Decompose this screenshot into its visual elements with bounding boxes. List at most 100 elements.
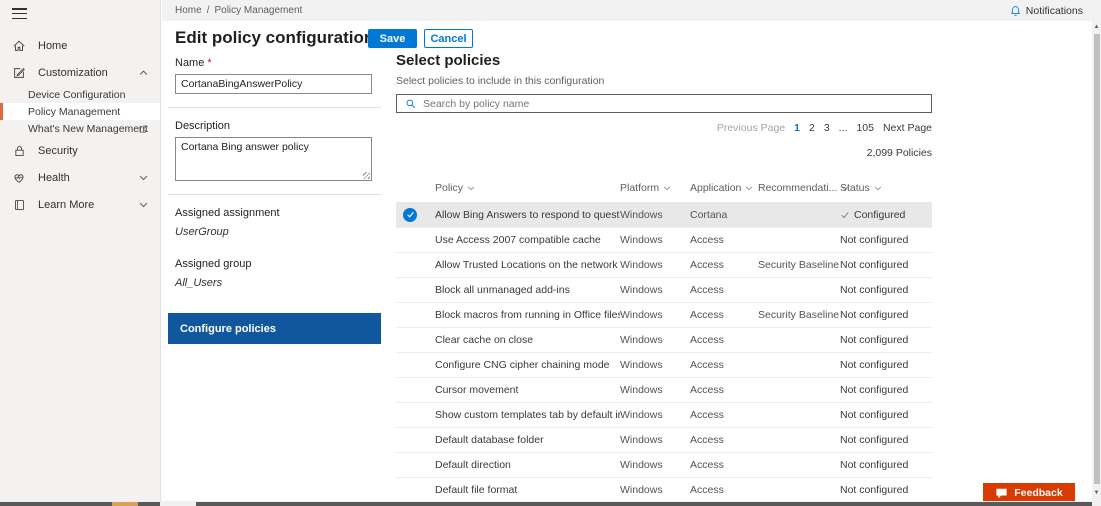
cell-application: Cortana: [690, 209, 758, 221]
table-row[interactable]: Default directionWindowsAccessNot config…: [396, 452, 932, 477]
cell-recommendation: Security Baseline: [758, 259, 840, 271]
required-asterisk: *: [207, 57, 211, 69]
cell-platform: Windows: [620, 284, 690, 296]
sidebar-item-policy-management[interactable]: Policy Management: [0, 103, 160, 120]
tab-configure-policies[interactable]: Configure policies: [168, 313, 381, 344]
cell-status: Not configured: [840, 309, 932, 321]
previous-page-button[interactable]: Previous Page: [717, 122, 785, 134]
page-link-1[interactable]: 1: [794, 122, 800, 134]
sidebar-nav: HomeCustomization Device Configuration Pol…: [0, 26, 160, 218]
cell-policy: Default file format: [435, 484, 620, 496]
table-row[interactable]: Default database folderWindowsAccessNot …: [396, 427, 932, 452]
column-header-application[interactable]: Application: [690, 182, 758, 194]
horizontal-scrollbar-accent: [112, 502, 138, 506]
page-link-3[interactable]: 3: [824, 122, 830, 134]
column-header-label: Platform: [620, 182, 659, 194]
table-row[interactable]: Use Access 2007 compatible cacheWindowsA…: [396, 227, 932, 252]
next-page-button[interactable]: Next Page: [883, 122, 932, 134]
sidebar-item-label: Health: [38, 172, 70, 184]
sidebar-item-customization[interactable]: Customization: [0, 59, 160, 86]
sidebar-item-security[interactable]: Security: [0, 137, 160, 164]
horizontal-scrollbar-thumb[interactable]: [196, 502, 1092, 506]
cell-policy: Show custom templates tab by default in …: [435, 409, 620, 421]
table-row[interactable]: Configure CNG cipher chaining modeWindow…: [396, 352, 932, 377]
table-row[interactable]: Show custom templates tab by default in …: [396, 402, 932, 427]
table-row[interactable]: Clear cache on closeWindowsAccessNot con…: [396, 327, 932, 352]
name-field[interactable]: [175, 74, 372, 94]
cell-recommendation: Security Baseline: [758, 309, 840, 321]
sidebar-item-home[interactable]: Home: [0, 32, 160, 59]
chevron-down-icon: [139, 175, 148, 181]
search-input[interactable]: [423, 98, 931, 110]
cell-policy: Configure CNG cipher chaining mode: [435, 359, 620, 371]
status-label: Not configured: [840, 359, 908, 371]
sidebar-item-device-configuration[interactable]: Device Configuration: [0, 86, 160, 103]
breadcrumb-separator: /: [207, 5, 210, 16]
cell-policy: Use Access 2007 compatible cache: [435, 234, 620, 246]
select-policies-title: Select policies: [396, 52, 932, 69]
table-row[interactable]: Cursor movementWindowsAccessNot configur…: [396, 377, 932, 402]
horizontal-scrollbar[interactable]: [0, 501, 1101, 506]
policies-table-header: PolicyPlatform Application Recommendati...…: [396, 177, 932, 199]
table-row[interactable]: Default file formatWindowsAccessNot conf…: [396, 477, 932, 501]
feedback-button[interactable]: Feedback: [983, 483, 1075, 503]
page-link-105[interactable]: 105: [856, 122, 874, 134]
vertical-scrollbar[interactable]: ▲ ▼: [1092, 21, 1101, 501]
cell-application: Access: [690, 284, 758, 296]
description-field[interactable]: Cortana Bing answer policy: [175, 137, 372, 181]
vertical-scrollbar-thumb[interactable]: [1094, 34, 1100, 484]
feedback-label: Feedback: [1014, 487, 1062, 499]
sidebar-item-label: Device Configuration: [28, 89, 125, 101]
cell-status: Not configured: [840, 409, 932, 421]
status-label: Not configured: [840, 309, 908, 321]
notifications-button[interactable]: Notifications: [1010, 5, 1083, 17]
app-window: HomeCustomizationDevice ConfigurationPol…: [0, 0, 1101, 506]
column-header-recommendati[interactable]: Recommendati...: [758, 182, 840, 194]
cell-application: Access: [690, 334, 758, 346]
sidebar-item-learn-more[interactable]: Learn More: [0, 191, 160, 218]
description-label: Description: [175, 120, 372, 132]
column-header-label: Status: [840, 182, 870, 194]
row-select-cell[interactable]: [396, 208, 435, 222]
column-header-policy[interactable]: Policy: [435, 182, 620, 194]
save-button[interactable]: Save: [368, 29, 417, 48]
scroll-up-icon[interactable]: ▲: [1092, 23, 1101, 32]
sidebar-item-what-s-new-management[interactable]: What's New Management: [0, 120, 160, 137]
name-label: Name *: [175, 57, 372, 69]
pagination-ellipsis: ...: [839, 122, 848, 134]
policies-table: Allow Bing Answers to respond to questio…: [396, 202, 932, 501]
cell-status: Not configured: [840, 434, 932, 446]
cell-policy: Cursor movement: [435, 384, 620, 396]
scroll-down-icon[interactable]: ▼: [1092, 489, 1101, 498]
hamburger-menu-icon[interactable]: [0, 0, 160, 26]
cell-application: Access: [690, 259, 758, 271]
divider: [168, 194, 381, 195]
cell-platform: Windows: [620, 434, 690, 446]
table-row[interactable]: Block macros from running in Office file…: [396, 302, 932, 327]
chevron-up-icon: [139, 70, 148, 76]
cell-application: Access: [690, 384, 758, 396]
page-link-2[interactable]: 2: [809, 122, 815, 134]
column-header-status[interactable]: Status: [840, 182, 932, 194]
chevron-down-icon: [139, 202, 148, 208]
status-label: Not configured: [840, 434, 908, 446]
cell-status: Not configured: [840, 234, 932, 246]
heart-icon: [11, 170, 27, 186]
sidebar-item-label: Security: [38, 145, 78, 157]
breadcrumb-current: Policy Management: [214, 5, 302, 16]
breadcrumb-home-link[interactable]: Home: [175, 5, 202, 16]
sidebar-item-health[interactable]: Health: [0, 164, 160, 191]
table-row[interactable]: Allow Trusted Locations on the networkWi…: [396, 252, 932, 277]
cell-platform: Windows: [620, 209, 690, 221]
column-header-label: Recommendati...: [758, 182, 837, 194]
cell-status: Not configured: [840, 459, 932, 471]
cell-application: Access: [690, 409, 758, 421]
cancel-button[interactable]: Cancel: [424, 29, 473, 48]
column-header-platform[interactable]: Platform: [620, 182, 690, 194]
cell-status: Not configured: [840, 259, 932, 271]
table-row[interactable]: Allow Bing Answers to respond to questio…: [396, 202, 932, 227]
table-row[interactable]: Block all unmanaged add-insWindowsAccess…: [396, 277, 932, 302]
cell-policy: Block macros from running in Office file…: [435, 309, 620, 321]
column-header-label: Application: [690, 182, 741, 194]
cell-status: Not configured: [840, 384, 932, 396]
